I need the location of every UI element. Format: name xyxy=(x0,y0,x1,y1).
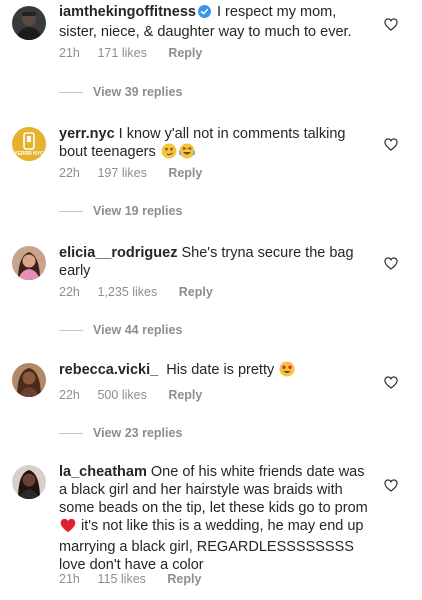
reply-button[interactable]: Reply xyxy=(168,166,202,180)
comment-meta: 22h 197 likes Reply xyxy=(59,166,202,180)
comment-text: la_cheatham One of his white friends dat… xyxy=(59,463,369,574)
view-replies-label: View 19 replies xyxy=(93,204,183,218)
replies-divider xyxy=(59,211,83,213)
replies-divider xyxy=(59,330,83,332)
comment-username[interactable]: la_cheatham xyxy=(59,464,147,480)
avatar-man-dark-icon xyxy=(12,6,46,40)
avatar[interactable] xyxy=(12,6,46,40)
view-replies-label: View 39 replies xyxy=(93,85,183,99)
red-heart-emoji-icon xyxy=(60,518,76,538)
view-replies-button[interactable]: View 23 replies xyxy=(59,426,182,440)
avatar[interactable]: YERRR NYC xyxy=(12,127,46,161)
comment-likes[interactable]: 115 likes xyxy=(97,572,145,586)
like-heart-icon[interactable] xyxy=(384,479,398,492)
avatar[interactable] xyxy=(12,465,46,499)
comment-username[interactable]: yerr.nyc xyxy=(59,126,115,142)
laughing-emoji-icon xyxy=(178,143,195,164)
comment-time: 22h xyxy=(59,166,80,180)
reply-button[interactable]: Reply xyxy=(168,46,202,60)
comment-text: iamthekingoffitness I respect my mom, si… xyxy=(59,3,369,41)
avatar-woman-pink-icon xyxy=(12,246,46,280)
avatar-woman-brown-icon xyxy=(12,363,46,397)
like-heart-icon[interactable] xyxy=(384,18,398,31)
avatar[interactable] xyxy=(12,363,46,397)
replies-divider xyxy=(59,92,83,94)
view-replies-button[interactable]: View 39 replies xyxy=(59,85,182,99)
comment-username[interactable]: elicia__rodriguez xyxy=(59,245,177,261)
like-heart-icon[interactable] xyxy=(384,138,398,151)
like-heart-icon[interactable] xyxy=(384,376,398,389)
comment-username[interactable]: rebecca.vicki_ xyxy=(59,362,158,378)
view-replies-label: View 44 replies xyxy=(93,323,183,337)
replies-divider xyxy=(59,433,83,435)
comment-body: His date is pretty xyxy=(166,362,275,378)
view-replies-button[interactable]: View 44 replies xyxy=(59,323,182,337)
reply-button[interactable]: Reply xyxy=(179,285,213,299)
comment-username[interactable]: iamthekingoffitness xyxy=(59,4,196,20)
comment-likes[interactable]: 1,235 likes xyxy=(97,285,157,299)
reply-button[interactable]: Reply xyxy=(167,572,201,586)
comment-likes[interactable]: 171 likes xyxy=(97,46,146,60)
view-replies-button[interactable]: View 19 replies xyxy=(59,204,182,218)
smirk-emoji-icon xyxy=(161,143,177,164)
comment-text: yerr.nyc I know y'all not in comments ta… xyxy=(59,125,369,164)
comment-body-part2: it's not like this is a wedding, he may … xyxy=(59,518,364,573)
comment-time: 21h xyxy=(59,46,80,60)
comment-meta: 21h 115 likes Reply xyxy=(59,572,201,586)
comment-meta: 22h 500 likes Reply xyxy=(59,388,202,402)
avatar[interactable] xyxy=(12,246,46,280)
comment-likes[interactable]: 197 likes xyxy=(97,166,146,180)
avatar-logo-label: YERRR NYC xyxy=(14,151,44,157)
comment-meta: 21h 171 likes Reply xyxy=(59,46,202,60)
comment-text: elicia__rodriguez She's tryna secure the… xyxy=(59,244,369,280)
comment-text: rebecca.vicki_ His date is pretty xyxy=(59,361,369,382)
like-heart-icon[interactable] xyxy=(384,257,398,270)
comment-likes[interactable]: 500 likes xyxy=(97,388,146,402)
heart-eyes-emoji-icon xyxy=(279,361,295,382)
comment-time: 21h xyxy=(59,572,80,586)
comment-time: 22h xyxy=(59,388,80,402)
view-replies-label: View 23 replies xyxy=(93,426,183,440)
comment-meta: 22h 1,235 likes Reply xyxy=(59,285,213,299)
yerr-nyc-logo-icon: YERRR NYC xyxy=(12,127,46,161)
comment-time: 22h xyxy=(59,285,80,299)
verified-badge-icon xyxy=(197,5,211,23)
avatar-woman-dark-icon xyxy=(12,465,46,499)
reply-button[interactable]: Reply xyxy=(168,388,202,402)
